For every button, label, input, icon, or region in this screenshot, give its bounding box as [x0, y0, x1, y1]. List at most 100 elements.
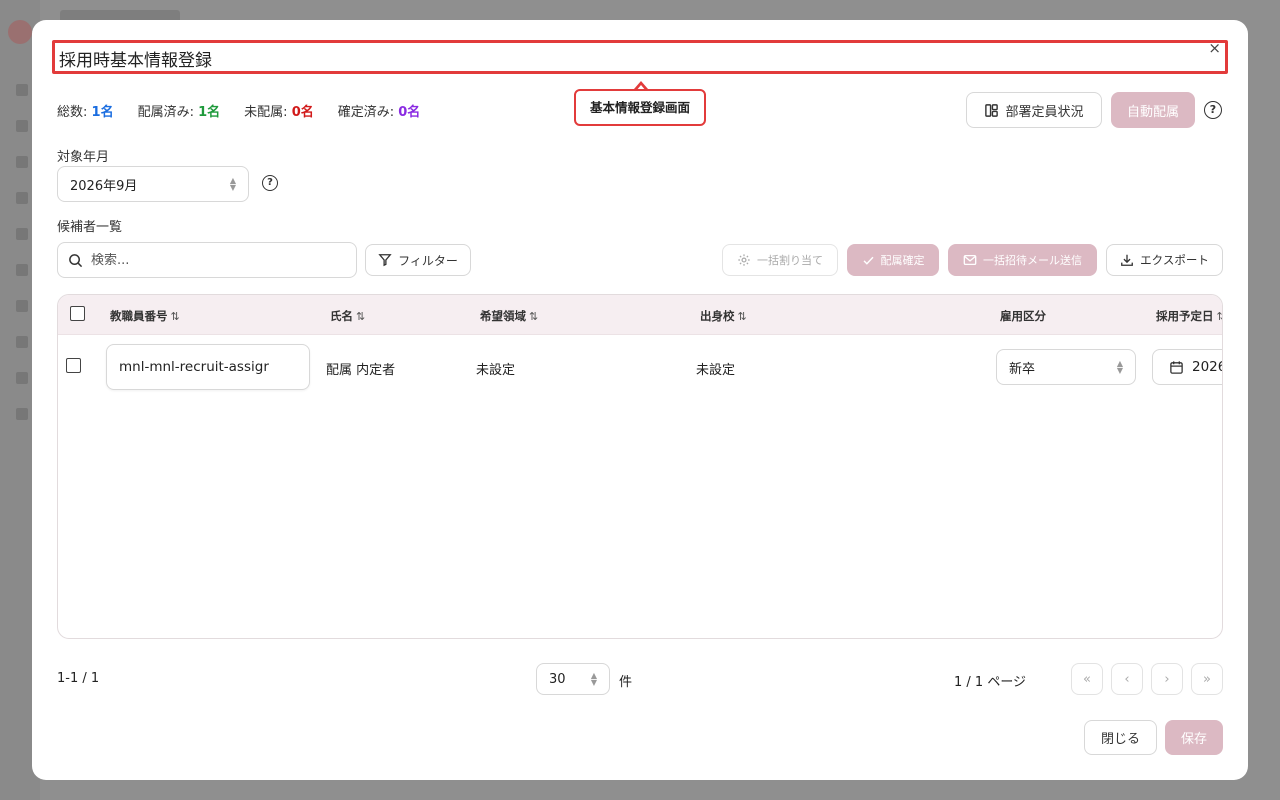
sort-icon[interactable]: ⇅ — [738, 310, 747, 323]
gear-icon — [737, 253, 751, 267]
sidebar-icon — [16, 336, 28, 348]
page-info: 1 / 1 ページ — [954, 675, 1027, 690]
sidebar-icon — [16, 156, 28, 168]
column-label: 教職員番号 — [110, 309, 168, 323]
sidebar-icon — [16, 264, 28, 276]
chevron-left-icon: ‹ — [1124, 671, 1130, 687]
download-icon — [1120, 253, 1134, 267]
filter-button[interactable]: フィルター — [365, 244, 471, 276]
employment-type-value: 新卒 — [1009, 361, 1036, 377]
target-month-value: 2026年9月 — [70, 178, 138, 194]
school: 未設定 — [696, 363, 736, 378]
stat-value: 0名 — [291, 105, 314, 120]
sort-icon[interactable]: ⇅ — [529, 310, 538, 323]
close-icon[interactable]: × — [1208, 41, 1221, 56]
modal-title: 採用時基本情報登録 — [59, 51, 212, 71]
table-header: 教職員番号⇅ 氏名⇅ 希望領域⇅ 出身校⇅ 雇用区分 採用予定日⇅ — [58, 295, 1222, 335]
row-checkbox[interactable] — [66, 358, 81, 373]
stat-label: 未配属: — [244, 105, 288, 120]
layout-panels-icon — [984, 103, 999, 118]
stat-assigned: 配属済み: 1名 — [138, 101, 221, 120]
target-month-label: 対象年月 — [57, 150, 110, 165]
result-range: 1-1 / 1 — [57, 671, 100, 686]
stat-value: 1名 — [198, 105, 221, 120]
search-input[interactable] — [91, 252, 331, 268]
screen-name-tooltip: 基本情報登録画面 — [574, 89, 706, 126]
stat-confirmed: 確定済み: 0名 — [338, 101, 421, 120]
candidate-name: 配属 内定者 — [326, 363, 396, 378]
sidebar-icon — [16, 84, 28, 96]
staff-number-input[interactable]: mnl-mnl-recruit-assigr — [106, 344, 310, 390]
stat-value: 0名 — [398, 105, 421, 120]
save-button[interactable]: 保存 — [1165, 720, 1223, 755]
select-arrows-icon: ▲ ▼ — [1116, 359, 1123, 375]
sidebar-icon — [16, 228, 28, 240]
sidebar-icon — [16, 192, 28, 204]
sort-icon[interactable]: ⇅ — [356, 310, 365, 323]
search-field[interactable] — [57, 242, 357, 278]
calendar-icon — [1169, 360, 1184, 375]
column-header-hire-date[interactable]: 採用予定日⇅ — [1156, 308, 1223, 324]
target-month-select[interactable]: 2026年9月 ▲ ▼ — [57, 166, 249, 202]
dept-capacity-label: 部署定員状況 — [1005, 104, 1084, 120]
sidebar-icon — [16, 300, 28, 312]
close-label: 閉じる — [1100, 732, 1140, 747]
bulk-assign-label: 一括割り当て — [757, 254, 823, 267]
assignment-stats: 総数: 1名 配属済み: 1名 未配属: 0名 確定済み: 0名 — [57, 101, 420, 120]
stat-value: 1名 — [91, 105, 114, 120]
first-page-button[interactable]: « — [1071, 663, 1103, 695]
select-arrows-icon: ▲ ▼ — [229, 176, 236, 192]
column-header-name[interactable]: 氏名 ⇅ — [330, 308, 365, 324]
target-month-help-icon[interactable]: ? — [262, 175, 278, 191]
column-header-staff-number[interactable]: 教職員番号 ⇅ — [110, 308, 180, 324]
auto-assign-button[interactable]: 自動配属 — [1111, 92, 1195, 128]
mail-icon — [963, 253, 977, 267]
sidebar-icon — [16, 120, 28, 132]
column-label: 希望領域 — [480, 309, 526, 323]
last-page-button[interactable]: » — [1191, 663, 1223, 695]
app-logo — [8, 20, 32, 44]
help-icon[interactable]: ? — [1204, 101, 1222, 119]
column-label: 出身校 — [700, 309, 735, 323]
next-page-button[interactable]: › — [1151, 663, 1183, 695]
stat-total: 総数: 1名 — [57, 101, 114, 120]
employment-type-select[interactable]: 新卒 ▲ ▼ — [996, 349, 1136, 385]
recruit-registration-modal: 採用時基本情報登録 × 基本情報登録画面 総数: 1名 配属済み: 1名 未配属… — [32, 20, 1248, 780]
page-size-unit: 件 — [619, 675, 633, 690]
select-arrows-icon: ▲ ▼ — [590, 671, 597, 687]
sort-icon[interactable]: ⇅ — [171, 310, 180, 323]
stat-label: 確定済み: — [337, 105, 395, 120]
sidebar-icon — [16, 372, 28, 384]
sort-icon[interactable]: ⇅ — [1217, 310, 1223, 323]
filter-label: フィルター — [398, 253, 458, 268]
export-button[interactable]: エクスポート — [1106, 244, 1223, 276]
export-label: エクスポート — [1140, 253, 1209, 267]
bulk-invite-button[interactable]: 一括招待メール送信 — [948, 244, 1097, 276]
bulk-invite-label: 一括招待メール送信 — [983, 254, 1082, 267]
column-header-employment-type: 雇用区分 — [1000, 308, 1046, 324]
auto-assign-label: 自動配属 — [1126, 104, 1179, 120]
double-chevron-left-icon: « — [1083, 671, 1091, 687]
confirm-assignment-button[interactable]: 配属確定 — [847, 244, 939, 276]
double-chevron-right-icon: » — [1203, 671, 1211, 687]
stat-label: 配属済み: — [137, 105, 194, 120]
column-header-school[interactable]: 出身校 ⇅ — [700, 308, 747, 324]
candidates-table: 教職員番号⇅ 氏名⇅ 希望領域⇅ 出身校⇅ 雇用区分 採用予定日⇅ mnl-mn… — [57, 294, 1223, 639]
check-icon — [862, 254, 875, 267]
modal-title-highlight: 採用時基本情報登録 × — [52, 40, 1228, 74]
candidate-list-label: 候補者一覧 — [57, 220, 123, 235]
hire-date-picker[interactable]: 2026 — [1152, 349, 1223, 385]
confirm-assignment-label: 配属確定 — [880, 254, 925, 267]
chevron-right-icon: › — [1164, 671, 1170, 687]
dept-capacity-button[interactable]: 部署定員状況 — [966, 92, 1102, 128]
sidebar-icon — [16, 408, 28, 420]
page-size-select[interactable]: 30 ▲ ▼ — [536, 663, 610, 695]
save-label: 保存 — [1180, 732, 1207, 747]
close-button[interactable]: 閉じる — [1084, 720, 1157, 755]
stat-unassigned: 未配属: 0名 — [244, 101, 314, 120]
column-header-desired-area[interactable]: 希望領域 ⇅ — [480, 308, 538, 324]
select-all-checkbox[interactable] — [70, 306, 85, 321]
bulk-assign-button[interactable]: 一括割り当て — [722, 244, 838, 276]
hire-date-value: 2026 — [1192, 359, 1223, 375]
prev-page-button[interactable]: ‹ — [1111, 663, 1143, 695]
